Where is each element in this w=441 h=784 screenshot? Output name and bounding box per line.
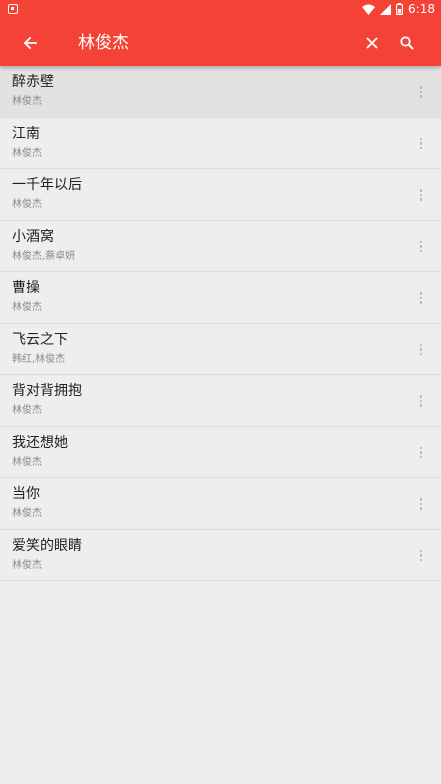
- clock: 6:18: [408, 2, 435, 16]
- song-row[interactable]: 小酒窝 林俊杰,蔡卓妍: [0, 221, 441, 272]
- song-title: 一千年以后: [12, 177, 82, 193]
- song-title: 背对背拥抱: [12, 383, 82, 399]
- song-artist: 林俊杰: [12, 199, 42, 210]
- song-row[interactable]: 一千年以后 林俊杰: [0, 169, 441, 221]
- status-bar: 6:18: [0, 0, 441, 20]
- song-row[interactable]: 江南 林俊杰: [0, 118, 441, 169]
- notification-icon: [8, 4, 18, 14]
- song-artist: 林俊杰: [12, 96, 42, 107]
- song-title: 我还想她: [12, 434, 68, 451]
- song-row[interactable]: 醉赤壁 林俊杰: [0, 66, 441, 118]
- more-options-button[interactable]: [415, 186, 427, 204]
- song-row[interactable]: 我还想她 林俊杰: [0, 427, 441, 478]
- more-options-button[interactable]: [415, 289, 427, 307]
- song-artist: 韩红,林俊杰: [12, 353, 66, 365]
- more-options-button[interactable]: [415, 495, 427, 513]
- close-icon: [366, 37, 378, 49]
- clear-button[interactable]: [360, 31, 384, 55]
- song-title: 江南: [12, 125, 40, 142]
- search-app-bar: 林俊杰: [0, 20, 441, 66]
- song-title: 曹操: [12, 280, 40, 296]
- search-icon: [400, 36, 414, 50]
- song-list: 醉赤壁 林俊杰 江南 林俊杰 一千年以后 林俊杰 小酒窝 林俊杰,蔡卓妍 曹操 …: [0, 66, 441, 581]
- song-title: 爱笑的眼睛: [12, 537, 82, 554]
- song-title: 醉赤壁: [12, 74, 54, 90]
- song-artist: 林俊杰: [12, 456, 42, 468]
- song-row[interactable]: 爱笑的眼睛 林俊杰: [0, 530, 441, 581]
- more-options-button[interactable]: [415, 341, 427, 359]
- more-options-button[interactable]: [415, 83, 427, 101]
- more-options-button[interactable]: [415, 135, 427, 153]
- more-options-button[interactable]: [415, 238, 427, 256]
- more-options-button[interactable]: [415, 444, 427, 462]
- status-icons: 6:18: [362, 2, 435, 16]
- search-button[interactable]: [395, 31, 419, 55]
- arrow-back-icon: [23, 36, 37, 50]
- song-artist: 林俊杰: [12, 405, 42, 416]
- song-artist: 林俊杰: [12, 559, 42, 571]
- signal-icon: [380, 3, 392, 15]
- search-query-text[interactable]: 林俊杰: [78, 31, 129, 55]
- wifi-icon: [362, 4, 376, 15]
- song-artist: 林俊杰,蔡卓妍: [12, 250, 76, 262]
- battery-icon: [396, 3, 404, 15]
- song-title: 飞云之下: [12, 331, 68, 348]
- song-title: 小酒窝: [12, 228, 54, 245]
- song-artist: 林俊杰: [12, 508, 42, 519]
- more-options-button[interactable]: [415, 392, 427, 410]
- song-row[interactable]: 当你 林俊杰: [0, 478, 441, 530]
- song-row[interactable]: 曹操 林俊杰: [0, 272, 441, 324]
- song-title: 当你: [12, 486, 40, 502]
- song-row[interactable]: 背对背拥抱 林俊杰: [0, 375, 441, 427]
- more-options-button[interactable]: [415, 547, 427, 565]
- back-button[interactable]: [18, 31, 42, 55]
- song-artist: 林俊杰: [12, 147, 42, 159]
- song-artist: 林俊杰: [12, 302, 42, 313]
- song-row[interactable]: 飞云之下 韩红,林俊杰: [0, 324, 441, 375]
